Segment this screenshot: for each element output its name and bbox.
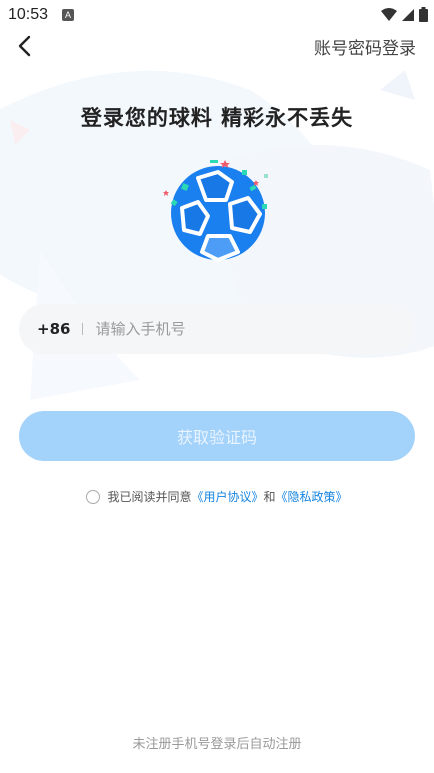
battery-icon bbox=[419, 7, 428, 22]
agreement-and: 和 bbox=[263, 490, 276, 504]
status-bar: 10:53 A bbox=[0, 0, 434, 30]
divider bbox=[82, 323, 84, 335]
auto-register-note: 未注册手机号登录后自动注册 bbox=[132, 737, 302, 752]
top-bar: 账号密码登录 bbox=[0, 30, 434, 62]
signal-icon bbox=[402, 8, 414, 21]
soccer-ball-icon bbox=[163, 160, 268, 262]
agreement-row: 我已阅读并同意 《用户协议》 和 《隐私政策》 bbox=[0, 488, 434, 505]
country-code[interactable]: +86 bbox=[37, 320, 70, 338]
agreement-checkbox[interactable] bbox=[86, 489, 101, 504]
password-login-link[interactable]: 账号密码登录 bbox=[314, 34, 416, 59]
agreement-prefix: 我已阅读并同意 bbox=[107, 490, 192, 504]
get-verification-code-button[interactable]: 获取验证码 bbox=[19, 411, 415, 461]
phone-input-box: +86 bbox=[19, 304, 415, 354]
back-icon[interactable] bbox=[14, 34, 36, 58]
status-time: 10:53 bbox=[8, 6, 49, 23]
phone-input[interactable] bbox=[95, 320, 396, 338]
status-icons bbox=[381, 7, 428, 22]
wifi-icon bbox=[381, 7, 397, 21]
user-agreement-link[interactable]: 《用户协议》 bbox=[191, 488, 263, 505]
notification-icon: A bbox=[62, 9, 75, 21]
page-title: 登录您的球料 精彩永不丢失 bbox=[80, 106, 354, 130]
privacy-policy-link[interactable]: 《隐私政策》 bbox=[276, 488, 348, 505]
